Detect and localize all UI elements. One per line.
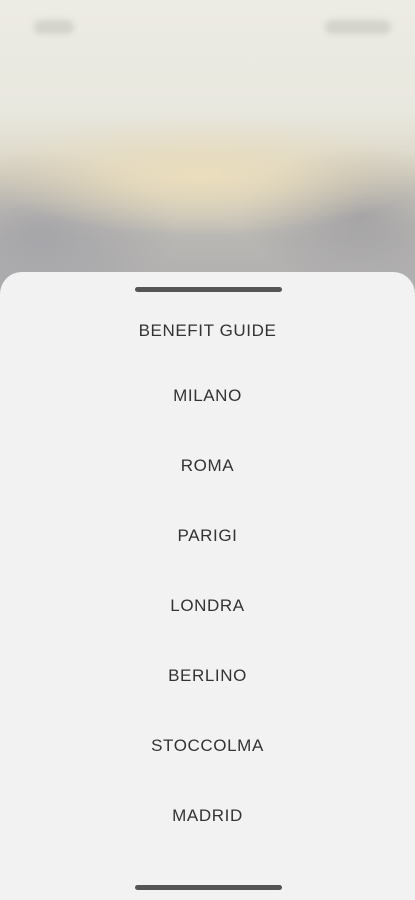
bottom-sheet: BENEFIT GUIDE MILANO ROMA PARIGI LONDRA … xyxy=(0,272,415,900)
menu-item-madrid[interactable]: MADRID xyxy=(0,796,415,836)
menu-item-londra[interactable]: LONDRA xyxy=(0,586,415,626)
menu-item-berlino[interactable]: BERLINO xyxy=(0,656,415,696)
menu-item-stoccolma[interactable]: STOCCOLMA xyxy=(0,726,415,766)
blurred-header-control xyxy=(325,20,391,34)
city-menu: BENEFIT GUIDE MILANO ROMA PARIGI LONDRA … xyxy=(0,272,415,872)
home-indicator[interactable] xyxy=(135,885,282,890)
menu-item-roma[interactable]: ROMA xyxy=(0,446,415,486)
blurred-header-control xyxy=(34,20,74,34)
menu-item-benefit-guide[interactable]: BENEFIT GUIDE xyxy=(0,311,415,351)
menu-item-milano[interactable]: MILANO xyxy=(0,376,415,416)
screen: BENEFIT GUIDE MILANO ROMA PARIGI LONDRA … xyxy=(0,0,415,900)
menu-item-parigi[interactable]: PARIGI xyxy=(0,516,415,556)
